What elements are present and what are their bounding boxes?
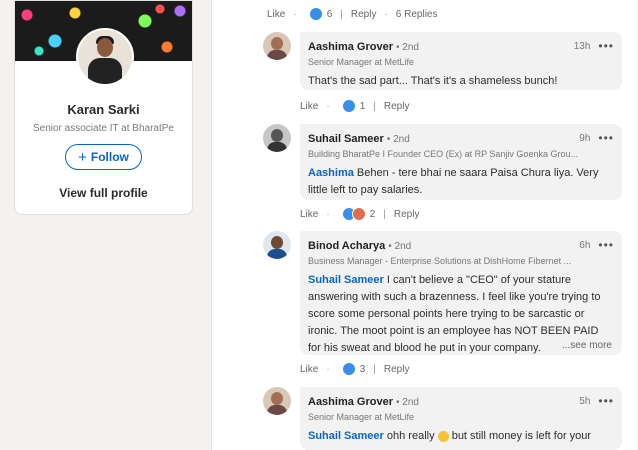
reaction-count[interactable]: 6: [327, 9, 333, 20]
mention-link[interactable]: Suhail Sameer: [308, 274, 384, 286]
divider: ·: [384, 8, 388, 20]
reply-button[interactable]: Reply: [394, 209, 420, 220]
emoji-icon: [437, 430, 449, 442]
comment-actions: Like · 3 | Reply: [300, 362, 409, 376]
comment-bubble: Binod Acharya • 2nd 6h ••• Business Manage…: [300, 231, 622, 355]
avatar[interactable]: [263, 231, 291, 259]
post-actions: Like · 6 | Reply · 6 Replies: [267, 7, 438, 21]
like-button[interactable]: Like: [300, 101, 318, 112]
more-options-icon[interactable]: •••: [598, 39, 614, 53]
like-button[interactable]: Like: [300, 209, 318, 220]
reaction-count[interactable]: 2: [370, 209, 376, 220]
comment-time: 9h: [579, 132, 591, 144]
more-options-icon[interactable]: •••: [598, 394, 614, 408]
comment-time: 13h: [573, 40, 591, 52]
comment-text: Aashima Behen - tere bhai ne saara Paisa…: [308, 165, 614, 199]
profile-title: Senior associate IT at BharatPe: [32, 123, 174, 134]
reaction-count[interactable]: 1: [360, 101, 366, 112]
divider: ·: [326, 363, 330, 375]
divider: ·: [293, 8, 297, 20]
comment-time: 6h: [579, 239, 591, 251]
reaction-icons[interactable]: [341, 362, 356, 376]
reply-button[interactable]: Reply: [351, 9, 377, 20]
author-headline: Senior Manager at MetLife: [308, 412, 415, 422]
like-button[interactable]: Like: [300, 364, 318, 375]
comment-author[interactable]: Aashima Grover: [308, 396, 393, 408]
connection-degree: • 2nd: [395, 42, 419, 53]
reaction-icons[interactable]: [341, 99, 356, 113]
avatar[interactable]: [263, 32, 291, 60]
see-more-link[interactable]: ...see more: [557, 340, 612, 351]
comment-author[interactable]: Aashima Grover: [308, 41, 393, 53]
connection-degree: • 2nd: [395, 397, 419, 408]
follow-button-label: Follow: [90, 150, 129, 164]
comment-bubble: Aashima Grover • 2nd 13h ••• Senior Manage…: [300, 32, 622, 90]
like-reaction-icon: [341, 362, 356, 376]
comment-author[interactable]: Binod Acharya: [308, 240, 385, 252]
follow-button[interactable]: + Follow: [65, 144, 142, 170]
reply-button[interactable]: Reply: [384, 101, 410, 112]
profile-avatar[interactable]: [76, 28, 134, 86]
reaction-icons[interactable]: [341, 207, 366, 221]
more-options-icon[interactable]: •••: [598, 131, 614, 145]
mention-link[interactable]: Suhail Sameer: [308, 430, 384, 442]
avatar[interactable]: [263, 124, 291, 152]
comment-body: ohh really: [383, 430, 438, 442]
author-headline: Senior Manager at MetLife: [308, 57, 415, 67]
replies-count-link[interactable]: 6 Replies: [396, 9, 438, 20]
comment-time: 5h: [579, 395, 591, 407]
more-options-icon[interactable]: •••: [598, 238, 614, 252]
view-full-profile-link[interactable]: View full profile: [15, 186, 192, 200]
like-button[interactable]: Like: [267, 9, 285, 20]
reaction-icons[interactable]: [308, 7, 323, 21]
divider: ·: [326, 100, 330, 112]
comment-bubble: Aashima Grover • 2nd 5h ••• Senior Manager…: [300, 387, 622, 450]
comment-text: Suhail Sameer ohh really but still money…: [308, 428, 614, 445]
love-reaction-icon: [351, 207, 366, 221]
plus-icon: +: [78, 148, 87, 166]
profile-name[interactable]: Karan Sarki: [15, 102, 192, 117]
connection-degree: • 2nd: [386, 134, 410, 145]
divider: |: [340, 8, 343, 20]
reply-button[interactable]: Reply: [384, 364, 410, 375]
author-headline: Business Manager - Enterprise Solutions …: [308, 256, 572, 266]
divider: |: [373, 363, 376, 375]
reaction-count[interactable]: 3: [360, 364, 366, 375]
comment-body: but still money is left for your: [448, 430, 592, 442]
comment-text: That's the sad part... That's it's a sha…: [308, 75, 558, 87]
comment-body: I can't believe a "CEO" of your stature …: [308, 274, 601, 354]
like-reaction-icon: [308, 7, 323, 21]
divider: ·: [326, 208, 330, 220]
author-headline: Building BharatPe I Founder CEO (Ex) at …: [308, 149, 578, 159]
divider: |: [383, 208, 386, 220]
like-reaction-icon: [341, 99, 356, 113]
mention-link[interactable]: Aashima: [308, 167, 354, 179]
comment-actions: Like · 2 | Reply: [300, 207, 419, 221]
comment-actions: Like · 1 | Reply: [300, 99, 409, 113]
avatar[interactable]: [263, 387, 291, 415]
profile-card: Karan Sarki Senior associate IT at Bhara…: [14, 0, 193, 215]
comment-bubble: Suhail Sameer • 2nd 9h ••• Building Bharat…: [300, 124, 622, 200]
divider: |: [373, 100, 376, 112]
comment-author[interactable]: Suhail Sameer: [308, 133, 384, 145]
connection-degree: • 2nd: [388, 241, 412, 252]
comments-panel: Like · 6 | Reply · 6 Replies Aashima Gro…: [211, 0, 637, 450]
